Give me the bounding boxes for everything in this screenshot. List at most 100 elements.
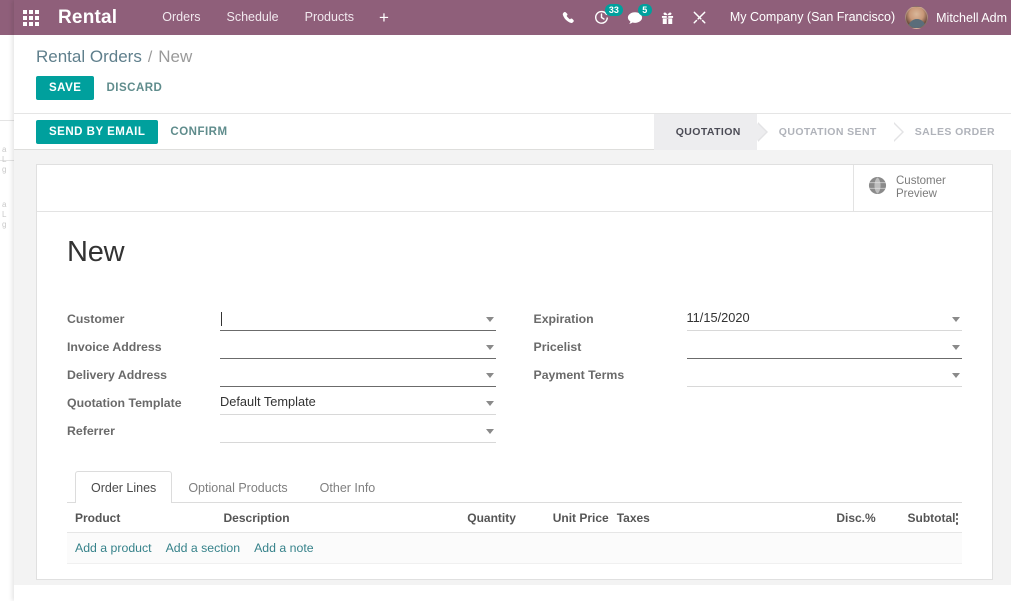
field-label-customer: Customer [67, 312, 125, 326]
field-quotation-template: Quotation Template [67, 387, 496, 415]
stat-buttons-bar: Customer Preview [37, 165, 992, 212]
customer-preview-line1: Customer [896, 175, 946, 187]
chevron-down-icon[interactable] [952, 373, 960, 378]
field-customer: Customer [67, 303, 496, 331]
chevron-down-icon[interactable] [485, 401, 494, 406]
sheet-footer-space [67, 564, 962, 579]
control-panel: Rental Orders / New SAVE DISCARD [14, 35, 1011, 114]
stage-statusbar: QUOTATION QUOTATION SENT SALES ORDER [653, 114, 1011, 150]
phone-icon[interactable] [553, 0, 585, 35]
menu-item-products[interactable]: Products [292, 0, 367, 35]
tab-order-lines[interactable]: Order Lines [75, 471, 173, 503]
column-header-taxes: Taxes [616, 511, 650, 525]
top-navbar: Rental Orders Schedule Products + 33 5 M… [14, 0, 1011, 35]
tab-optional-products[interactable]: Optional Products [172, 471, 303, 503]
stage-quotation[interactable]: QUOTATION [653, 114, 768, 150]
user-menu[interactable]: Mitchell Adm [905, 6, 1011, 29]
text-cursor [221, 312, 222, 326]
gift-icon[interactable] [652, 0, 683, 35]
form-column-right: Expiration Pricelist [533, 303, 962, 443]
notebook: Order Lines Optional Products Other Info… [67, 471, 962, 564]
grid-apps-icon [23, 9, 39, 26]
menu-item-schedule[interactable]: Schedule [213, 0, 291, 35]
chevron-down-icon[interactable] [952, 317, 960, 322]
main-menu: Orders Schedule Products + [149, 0, 401, 35]
form-fields: Customer Invoice Address Delivery Addres… [67, 303, 962, 443]
vertical-dots-icon [955, 513, 958, 525]
column-header-discount: Disc.% [836, 511, 876, 525]
field-invoice-address: Invoice Address [67, 331, 496, 359]
confirm-button[interactable]: CONFIRM [158, 120, 239, 144]
chevron-down-icon[interactable] [485, 317, 494, 322]
pricelist-input[interactable] [686, 337, 962, 359]
customer-input[interactable] [220, 309, 496, 331]
add-a-note-link[interactable]: Add a note [254, 541, 314, 555]
messages-badge: 5 [637, 4, 652, 16]
chevron-down-icon[interactable] [485, 345, 494, 350]
field-pricelist: Pricelist [533, 331, 962, 359]
field-label-pricelist: Pricelist [533, 340, 582, 354]
payment-terms-input[interactable] [686, 365, 962, 387]
column-header-quantity: Quantity [467, 511, 516, 525]
statusbar-row: SEND BY EMAIL CONFIRM QUOTATION QUOTATIO… [14, 114, 1011, 150]
form-sheet: Customer Preview New Customer Invoice Ad… [36, 164, 993, 580]
user-name: Mitchell Adm [936, 10, 1007, 25]
field-referrer: Referrer [67, 415, 496, 443]
field-label-referrer: Referrer [67, 424, 115, 438]
form-column-left: Customer Invoice Address Delivery Addres… [67, 303, 496, 443]
field-payment-terms: Payment Terms [533, 359, 962, 387]
menu-item-orders[interactable]: Orders [149, 0, 213, 35]
stage-quotation-sent[interactable]: QUOTATION SENT [756, 114, 904, 150]
odoo-app-window: Rental Orders Schedule Products + 33 5 M… [14, 0, 1011, 601]
column-header-unit-price: Unit Price [552, 511, 609, 525]
column-header-subtotal: Subtotal [907, 511, 956, 525]
order-lines-table: Product Description Quantity Unit Price … [67, 503, 962, 564]
add-a-product-link[interactable]: Add a product [75, 541, 152, 555]
customer-preview-button[interactable]: Customer Preview [853, 165, 992, 211]
breadcrumb-parent-link[interactable]: Rental Orders [36, 47, 142, 67]
delivery-address-input[interactable] [220, 365, 496, 387]
quotation-template-input[interactable] [220, 393, 496, 415]
table-header-row: Product Description Quantity Unit Price … [67, 503, 962, 533]
avatar [905, 6, 929, 29]
messages-icon[interactable]: 5 [618, 0, 652, 35]
customer-preview-label: Customer Preview [896, 175, 946, 201]
field-label-payment-terms: Payment Terms [533, 368, 625, 382]
customer-preview-line2: Preview [896, 188, 937, 200]
app-brand-rental[interactable]: Rental [48, 7, 123, 29]
navbar-right-systray: 33 5 My Company (San Francisco) Mitchell… [553, 0, 1011, 35]
field-label-quotation-template: Quotation Template [67, 396, 182, 410]
stage-sales-order[interactable]: SALES ORDER [892, 114, 1011, 150]
optional-columns-toggle[interactable] [955, 511, 963, 525]
breadcrumb-current: New [158, 47, 193, 66]
chevron-down-icon[interactable] [485, 429, 494, 434]
add-a-section-link[interactable]: Add a section [166, 541, 241, 555]
invoice-address-input[interactable] [220, 337, 496, 359]
field-label-delivery-address: Delivery Address [67, 368, 168, 382]
field-label-invoice-address: Invoice Address [67, 340, 162, 354]
company-selector[interactable]: My Company (San Francisco) [716, 0, 905, 35]
globe-icon [868, 176, 887, 200]
expiration-input[interactable] [686, 309, 962, 331]
column-header-product: Product [75, 511, 121, 525]
chevron-down-icon[interactable] [952, 345, 960, 350]
activity-clock-icon[interactable]: 33 [585, 0, 623, 35]
breadcrumb-separator: / [147, 49, 153, 66]
apps-menu-button[interactable] [14, 0, 48, 35]
send-by-email-button[interactable]: SEND BY EMAIL [36, 119, 159, 144]
tab-other-info[interactable]: Other Info [304, 471, 392, 503]
sheet-content: New Customer Invoice Address Delivery Ad… [37, 212, 992, 579]
chevron-down-icon[interactable] [485, 373, 494, 378]
menu-item-add[interactable]: + [367, 0, 401, 35]
form-background: Customer Preview New Customer Invoice Ad… [14, 150, 1011, 585]
notebook-tabs: Order Lines Optional Products Other Info [67, 471, 962, 503]
discard-button[interactable]: DISCARD [94, 76, 174, 100]
save-button[interactable]: SAVE [36, 76, 95, 100]
page-title: New [67, 236, 125, 268]
breadcrumb: Rental Orders / New [14, 35, 1011, 76]
workflow-buttons: SEND BY EMAIL CONFIRM [36, 119, 240, 144]
field-label-expiration: Expiration [533, 312, 594, 326]
record-actions: SAVE DISCARD [14, 76, 1011, 113]
tools-icon[interactable] [683, 0, 716, 35]
referrer-input[interactable] [220, 421, 496, 443]
